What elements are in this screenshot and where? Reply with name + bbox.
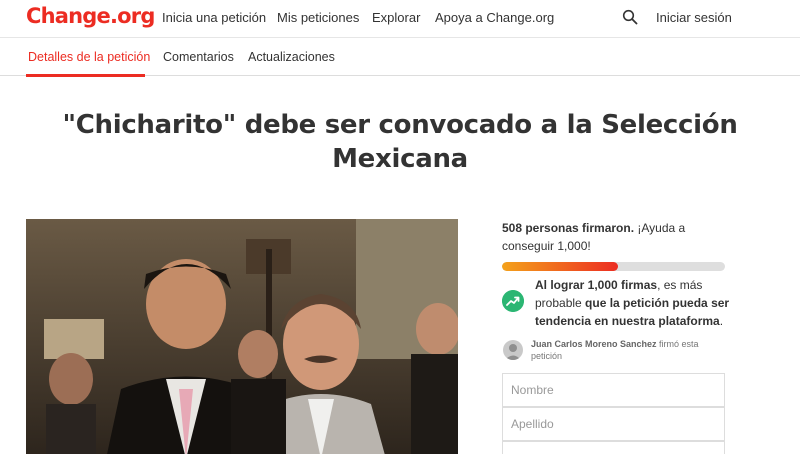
tab-comments[interactable]: Comentarios: [163, 50, 234, 64]
petition-tabs: Detalles de la petición Comentarios Actu…: [0, 38, 800, 76]
petition-photo: [26, 219, 458, 454]
signer-name: Juan Carlos Moreno Sanchez: [531, 339, 657, 349]
change-org-logo[interactable]: Change.org: [26, 4, 155, 28]
tab-updates[interactable]: Actualizaciones: [248, 50, 335, 64]
trending-icon: [502, 290, 524, 312]
signature-count-bold: 508 personas firmaron.: [502, 221, 635, 235]
avatar: [503, 340, 523, 360]
signature-progress-bar: [502, 262, 725, 271]
nav-support[interactable]: Apoya a Change.org: [435, 10, 554, 25]
trend-goal: Al lograr 1,000 firmas: [535, 278, 658, 292]
tab-details[interactable]: Detalles de la petición: [28, 50, 150, 64]
petition-photo-image: [26, 219, 458, 454]
recent-signer: Juan Carlos Moreno Sanchez firmó esta pe…: [531, 338, 721, 362]
login-link[interactable]: Iniciar sesión: [656, 10, 732, 25]
user-silhouette-icon: [505, 344, 521, 360]
active-tab-indicator: [26, 74, 145, 77]
signature-progress-fill: [502, 262, 618, 271]
top-nav: Change.org Inicia una petición Mis petic…: [0, 0, 800, 38]
trend-end: .: [719, 314, 724, 328]
email-field[interactable]: [502, 441, 725, 454]
signature-count: 508 personas firmaron. ¡Ayuda a consegui…: [502, 219, 724, 255]
search-icon[interactable]: [622, 9, 638, 25]
nav-explore[interactable]: Explorar: [372, 10, 420, 25]
petition-title: "Chicharito" debe ser convocado a la Sel…: [62, 110, 738, 174]
first-name-field[interactable]: [502, 373, 725, 407]
nav-my-petitions[interactable]: Mis peticiones: [277, 10, 359, 25]
trending-message: Al lograr 1,000 firmas, es más probable …: [535, 276, 730, 330]
nav-start-petition[interactable]: Inicia una petición: [162, 10, 266, 25]
last-name-field[interactable]: [502, 407, 725, 441]
